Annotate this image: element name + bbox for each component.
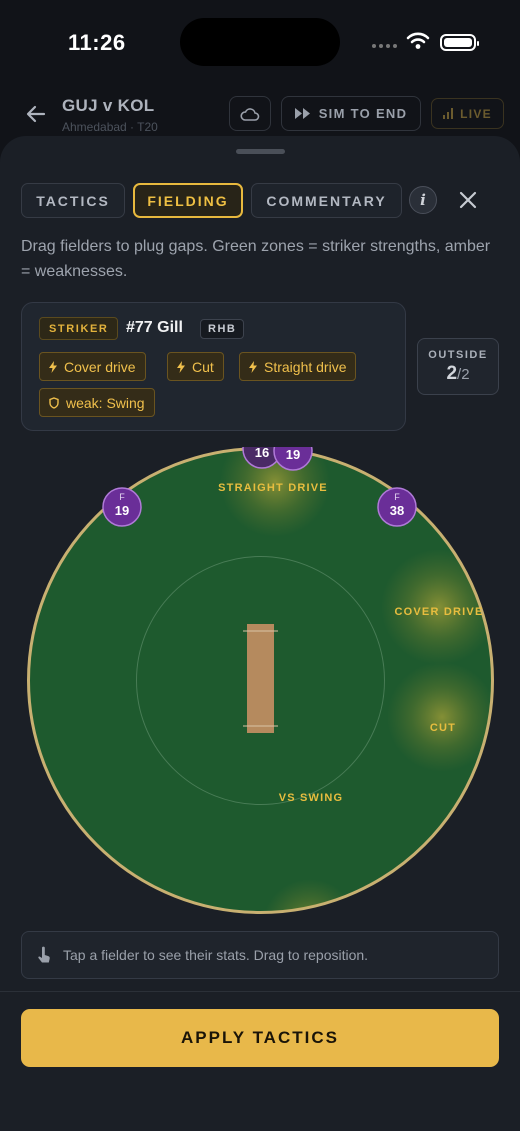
- instructions-text: Drag fielders to plug gaps. Green zones …: [21, 238, 491, 280]
- outside-label: OUTSIDE: [428, 349, 488, 361]
- tab-commentary-label: COMMENTARY: [266, 192, 387, 209]
- fielder-number: 19: [115, 503, 129, 518]
- fielder-role: F: [119, 492, 125, 502]
- tab-tactics[interactable]: TACTICS: [21, 183, 125, 218]
- info-button[interactable]: i: [409, 186, 437, 214]
- hand-tap-icon: [38, 946, 50, 963]
- tab-fielding[interactable]: FIELDING: [133, 183, 243, 218]
- strength-label: Straight drive: [264, 358, 347, 375]
- striker-name: #77 Gill: [126, 319, 183, 336]
- tab-fielding-label: FIELDING: [147, 192, 229, 209]
- tactics-sheet: TACTICS FIELDING COMMENTARY i Drag field…: [0, 136, 520, 1131]
- apply-tactics-label: APPLY TACTICS: [181, 1028, 339, 1047]
- zone-label: STRAIGHT DRIVE: [218, 482, 328, 494]
- live-label: LIVE: [460, 106, 492, 121]
- fast-forward-icon: [294, 108, 310, 119]
- strength-chip: Cut: [167, 352, 224, 381]
- weakness-chip: weak: Swing: [39, 388, 155, 417]
- shield-icon: [49, 396, 59, 409]
- hint-bar: Tap a fielder to see their stats. Drag t…: [21, 931, 499, 979]
- zone-label: COVER DRIVE: [395, 606, 484, 618]
- fielder-marker[interactable]: F19: [102, 487, 142, 527]
- zone-label: VS SWING: [279, 792, 344, 804]
- bolt-icon: [177, 360, 185, 373]
- battery-icon: [440, 34, 479, 51]
- fielder-role: F: [394, 492, 400, 502]
- tab-tactics-label: TACTICS: [36, 192, 110, 209]
- pitch: [247, 624, 274, 733]
- footer-divider: [0, 991, 520, 992]
- strength-chip: Cover drive: [39, 352, 146, 381]
- outside-max: /2: [457, 366, 470, 383]
- clock: 11:26: [68, 30, 126, 55]
- cellular-signal-icon: [372, 44, 397, 48]
- sim-to-end-label: SIM TO END: [318, 106, 408, 121]
- match-title: GUJ v KOL: [62, 96, 155, 115]
- strength-chip: Straight drive: [239, 352, 357, 381]
- hint-text: Tap a fielder to see their stats. Drag t…: [63, 947, 369, 963]
- tab-commentary[interactable]: COMMENTARY: [251, 183, 402, 218]
- fielder-marker[interactable]: F38: [377, 487, 417, 527]
- zone-label: CUT: [430, 722, 456, 734]
- bolt-icon: [49, 360, 57, 373]
- match-header: GUJ v KOL Ahmedabad · T20 SIM TO END LIV…: [0, 84, 520, 144]
- strength-zone-cut: [387, 662, 492, 772]
- striker-card: STRIKER #77 Gill RHB Cover drive Cut Str…: [21, 302, 406, 431]
- sheet-grabber[interactable]: [236, 149, 285, 154]
- outside-value: 2/2: [418, 363, 498, 385]
- dynamic-island: [180, 18, 340, 66]
- info-icon: i: [420, 191, 426, 209]
- bolt-icon: [249, 360, 257, 373]
- live-button[interactable]: LIVE: [431, 98, 504, 129]
- weather-button[interactable]: [229, 96, 271, 131]
- match-venue: Ahmedabad · T20: [62, 120, 158, 134]
- back-arrow-icon[interactable]: [24, 102, 48, 126]
- striker-badge: STRIKER: [39, 317, 119, 340]
- fielder-number: 19: [286, 447, 300, 462]
- strength-label: Cover drive: [64, 358, 136, 375]
- cricket-field[interactable]: STRAIGHT DRIVE COVER DRIVE CUT VS SWING …: [27, 447, 494, 914]
- outside-counter: OUTSIDE 2/2: [417, 338, 499, 395]
- apply-tactics-button[interactable]: APPLY TACTICS: [21, 1009, 499, 1067]
- cloud-icon: [240, 107, 260, 121]
- batting-hand-badge: RHB: [200, 319, 245, 339]
- signal-bars-icon: [443, 108, 454, 119]
- wifi-icon: [406, 32, 430, 49]
- status-bar: 11:26: [0, 0, 520, 84]
- fielder-number: 38: [390, 503, 404, 518]
- close-icon[interactable]: [455, 187, 481, 213]
- sim-to-end-button[interactable]: SIM TO END: [281, 96, 421, 131]
- strength-label: Cut: [192, 358, 214, 375]
- weakness-label: weak: Swing: [66, 394, 145, 411]
- fielder-number: 16: [255, 447, 269, 460]
- outside-count: 2: [446, 363, 458, 384]
